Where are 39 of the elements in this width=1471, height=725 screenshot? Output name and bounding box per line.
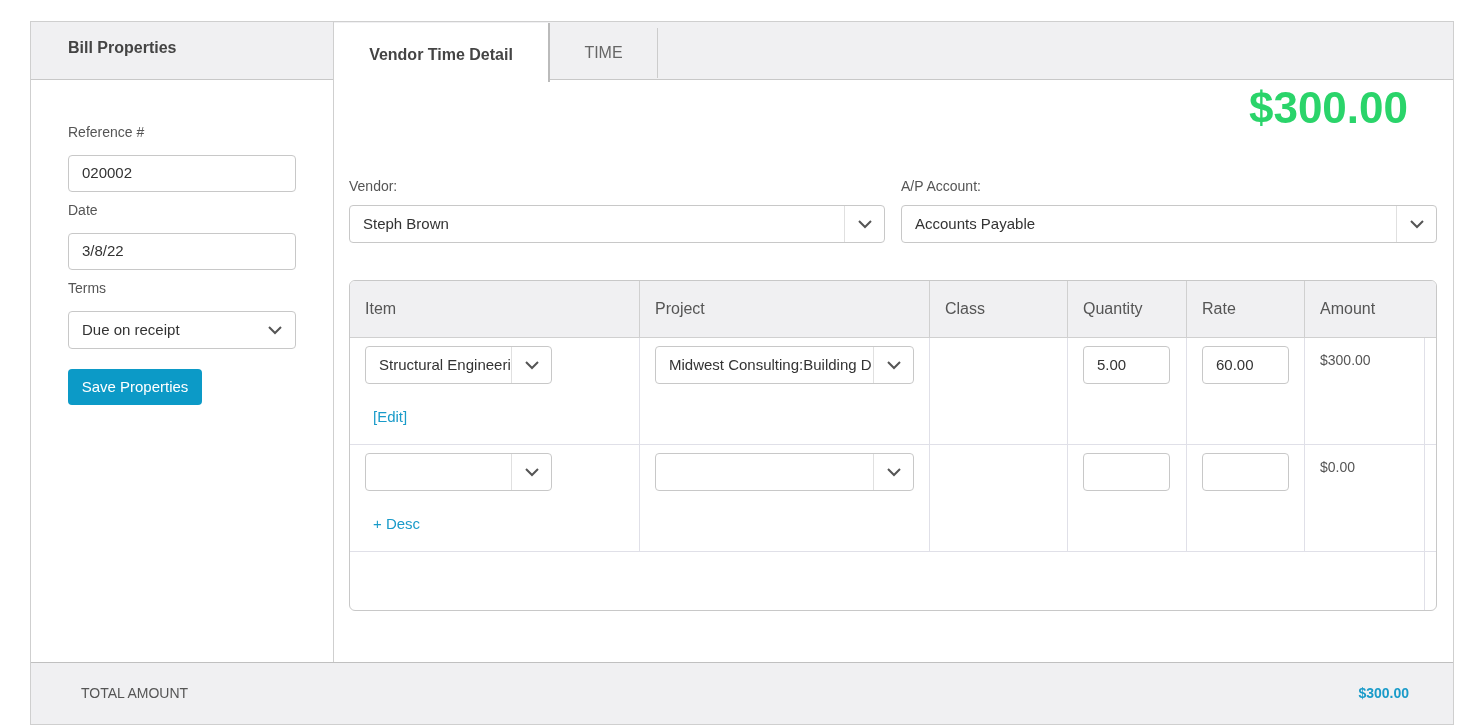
input-field[interactable]: 3/8/22: [68, 233, 296, 270]
column-header: Project: [640, 281, 930, 337]
column-header: Item: [350, 281, 640, 337]
item-select[interactable]: Structural Engineeri: [365, 346, 552, 384]
item-select[interactable]: [365, 453, 552, 491]
quantity-field[interactable]: [1083, 453, 1170, 491]
rate-field[interactable]: [1202, 453, 1289, 491]
column-header: Class: [930, 281, 1068, 337]
field-label: Terms: [68, 279, 108, 298]
chevron-down-icon: [523, 467, 540, 477]
rate-field[interactable]: 60.00: [1202, 346, 1289, 384]
field-label: Reference #: [68, 123, 146, 142]
tab[interactable]: Vendor Time Detail: [334, 23, 550, 82]
total-amount: $300.00: [1358, 684, 1409, 703]
total-display: $300.00: [1248, 86, 1408, 134]
column-header: Quantity: [1068, 281, 1187, 337]
project-select[interactable]: Midwest Consulting:Building D: [655, 346, 914, 384]
column-header: Amount: [1319, 299, 1377, 319]
chevron-down-icon: [885, 467, 902, 477]
project-select[interactable]: [655, 453, 914, 491]
account-select[interactable]: Accounts Payable: [901, 205, 1437, 243]
chevron-down-icon: [523, 360, 540, 370]
field-label: Vendor:: [349, 177, 399, 196]
chevron-down-icon: [1408, 219, 1425, 229]
vendor-select[interactable]: Steph Brown: [349, 205, 885, 243]
total-label: TOTAL AMOUNT: [81, 684, 189, 703]
panel-title: Bill Properties: [68, 37, 177, 58]
chevron-down-icon: [856, 219, 873, 229]
amount-cell: $0.00: [1320, 459, 1356, 475]
amount-cell: $300.00: [1320, 352, 1371, 368]
column-header: Rate: [1187, 281, 1305, 337]
tab[interactable]: TIME: [550, 28, 658, 78]
field-label: Date: [68, 201, 99, 220]
chevron-down-icon: [267, 325, 283, 335]
terms-select[interactable]: Due on receipt: [68, 311, 296, 349]
input-field[interactable]: 020002: [68, 155, 296, 192]
quantity-field[interactable]: 5.00: [1083, 346, 1170, 384]
field-label: A/P Account:: [901, 177, 982, 196]
chevron-down-icon: [885, 360, 902, 370]
